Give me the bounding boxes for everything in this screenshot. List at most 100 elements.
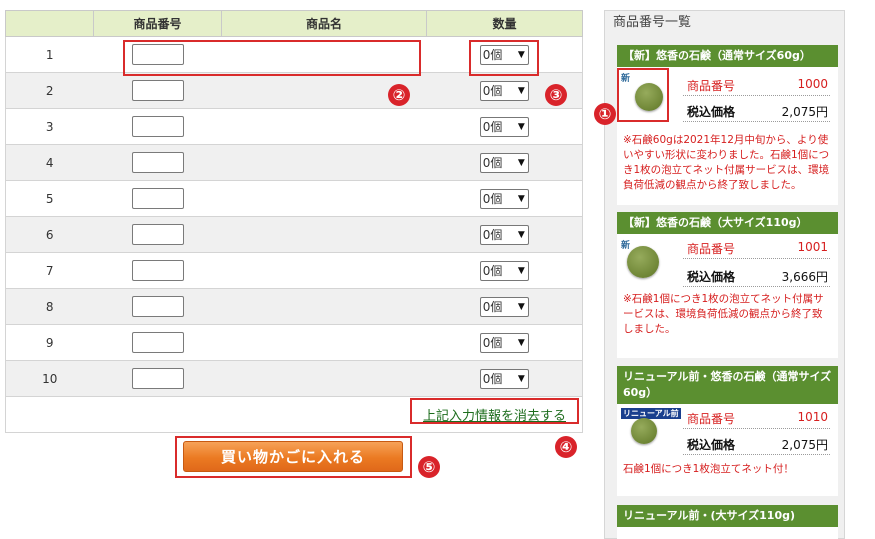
quantity-select[interactable]: 0個 ▼	[479, 116, 529, 137]
col-header-qty: 数量	[426, 10, 583, 37]
table-row: 3 0個 ▼	[5, 108, 583, 145]
price-label: 税込価格	[687, 438, 736, 452]
row-number: 2	[5, 72, 94, 109]
col-header-name: 商品名	[221, 10, 427, 37]
price-value: 2,075円	[781, 438, 828, 452]
quantity-value: 0個	[482, 228, 503, 242]
row-number: 6	[5, 216, 94, 253]
annotation-2: ②	[388, 84, 410, 106]
product-code-input[interactable]	[131, 188, 184, 209]
table-row: 9 0個 ▼	[5, 324, 583, 361]
table-row: 8 0個 ▼	[5, 288, 583, 325]
product-name-cell	[221, 252, 427, 289]
chevron-down-icon: ▼	[517, 85, 525, 96]
quantity-select[interactable]: 0個 ▼	[479, 260, 529, 281]
quantity-value: 0個	[482, 84, 503, 98]
order-table-body: 1 0個 ▼ 2 0個 ▼ 3 0個 ▼ 4 0個 ▼ 5 0個 ▼ 6 0個 ▼ 7 0個 ▼ 8 0個 ▼ 9 0個 ▼ 10 0個…	[5, 36, 583, 397]
product-card: リニューアル前・悠香の石鹸（通常サイズ60g） リニューアル前 商品番号 101…	[617, 366, 838, 496]
price-label: 税込価格	[687, 105, 736, 119]
product-name-cell	[221, 216, 427, 253]
chevron-down-icon: ▼	[517, 301, 525, 312]
divider	[683, 258, 830, 259]
annotation-1: ①	[594, 103, 616, 125]
product-code-label: 商品番号	[687, 412, 736, 426]
table-header-row: 商品番号 商品名 数量	[5, 10, 583, 37]
price-value: 2,075円	[781, 105, 828, 119]
row-number: 1	[5, 36, 94, 73]
quantity-value: 0個	[482, 336, 503, 350]
product-code-value: 1000	[797, 77, 828, 91]
quantity-value: 0個	[482, 192, 503, 206]
price-label: 税込価格	[687, 270, 736, 284]
quantity-select[interactable]: 0個 ▼	[479, 368, 529, 389]
sidebar-title: 商品番号一覧	[605, 11, 844, 35]
divider	[683, 121, 830, 122]
soap-product-image	[631, 418, 657, 444]
quantity-value: 0個	[482, 300, 503, 314]
chevron-down-icon: ▼	[517, 157, 525, 168]
soap-product-image	[627, 246, 659, 278]
table-row: 5 0個 ▼	[5, 180, 583, 217]
product-code-input[interactable]	[131, 260, 184, 281]
product-code-input[interactable]	[131, 332, 184, 353]
col-header-index	[5, 10, 94, 37]
annotation-4: ④	[555, 436, 577, 458]
product-name-cell	[221, 144, 427, 181]
quantity-value: 0個	[482, 120, 503, 134]
annotation-3: ③	[545, 84, 567, 106]
annotation-5: ⑤	[418, 456, 440, 478]
quantity-select[interactable]: 0個 ▼	[479, 152, 529, 173]
table-row: 2 0個 ▼	[5, 72, 583, 109]
product-note: 石鹸1個につき1枚泡立てネット付！	[623, 463, 794, 475]
quantity-select[interactable]: 0個 ▼	[479, 224, 529, 245]
table-row: 4 0個 ▼	[5, 144, 583, 181]
row-number: 8	[5, 288, 94, 325]
col-header-code: 商品番号	[93, 10, 222, 37]
product-name-cell	[221, 288, 427, 325]
quantity-value: 0個	[482, 156, 503, 170]
product-card: リニューアル前・(大サイズ110g)	[617, 505, 838, 539]
row-number: 4	[5, 144, 94, 181]
product-name-cell	[221, 324, 427, 361]
product-name-cell	[221, 180, 427, 217]
table-row: 7 0個 ▼	[5, 252, 583, 289]
product-note: ※石鹸1個につき1枚の泡立てネット付属サービスは、環境負荷低減の観点から終了致し…	[623, 293, 824, 335]
product-code-input[interactable]	[131, 80, 184, 101]
chevron-down-icon: ▼	[517, 121, 525, 132]
product-code-value: 1010	[797, 410, 828, 424]
chevron-down-icon: ▼	[517, 229, 525, 240]
divider	[683, 428, 830, 429]
divider	[683, 454, 830, 455]
divider	[683, 95, 830, 96]
row-number: 7	[5, 252, 94, 289]
price-value: 3,666円	[781, 270, 828, 284]
quantity-value: 0個	[482, 264, 503, 278]
product-note: ※石鹸60gは2021年12月中旬から、より使いやすい形状に変わりました。石鹸1…	[623, 134, 830, 191]
row-number: 5	[5, 180, 94, 217]
product-code-value: 1001	[797, 240, 828, 254]
product-code-input[interactable]	[131, 152, 184, 173]
quantity-select[interactable]: 0個 ▼	[479, 80, 529, 101]
row-number: 3	[5, 108, 94, 145]
quantity-select[interactable]: 0個 ▼	[479, 296, 529, 317]
row-number: 9	[5, 324, 94, 361]
product-code-input[interactable]	[131, 296, 184, 317]
chevron-down-icon: ▼	[517, 373, 525, 384]
chevron-down-icon: ▼	[517, 265, 525, 276]
quantity-select[interactable]: 0個 ▼	[479, 332, 529, 353]
highlight-product-image	[617, 68, 669, 122]
divider	[683, 286, 830, 287]
quantity-value: 0個	[482, 372, 503, 386]
highlight-clear-link	[410, 398, 579, 424]
product-card-title: リニューアル前・悠香の石鹸（通常サイズ60g）	[617, 366, 838, 404]
new-badge-icon: 新	[621, 241, 631, 251]
product-name-cell	[221, 360, 427, 397]
product-code-input[interactable]	[131, 116, 184, 137]
table-row: 6 0個 ▼	[5, 216, 583, 253]
product-card-title: 【新】悠香の石鹸（通常サイズ60g）	[617, 45, 838, 67]
product-code-input[interactable]	[131, 368, 184, 389]
product-code-input[interactable]	[131, 224, 184, 245]
chevron-down-icon: ▼	[517, 337, 525, 348]
quantity-select[interactable]: 0個 ▼	[479, 188, 529, 209]
product-card: 【新】悠香の石鹸（大サイズ110g） 新 商品番号 1001 税込価格 3,66…	[617, 212, 838, 358]
